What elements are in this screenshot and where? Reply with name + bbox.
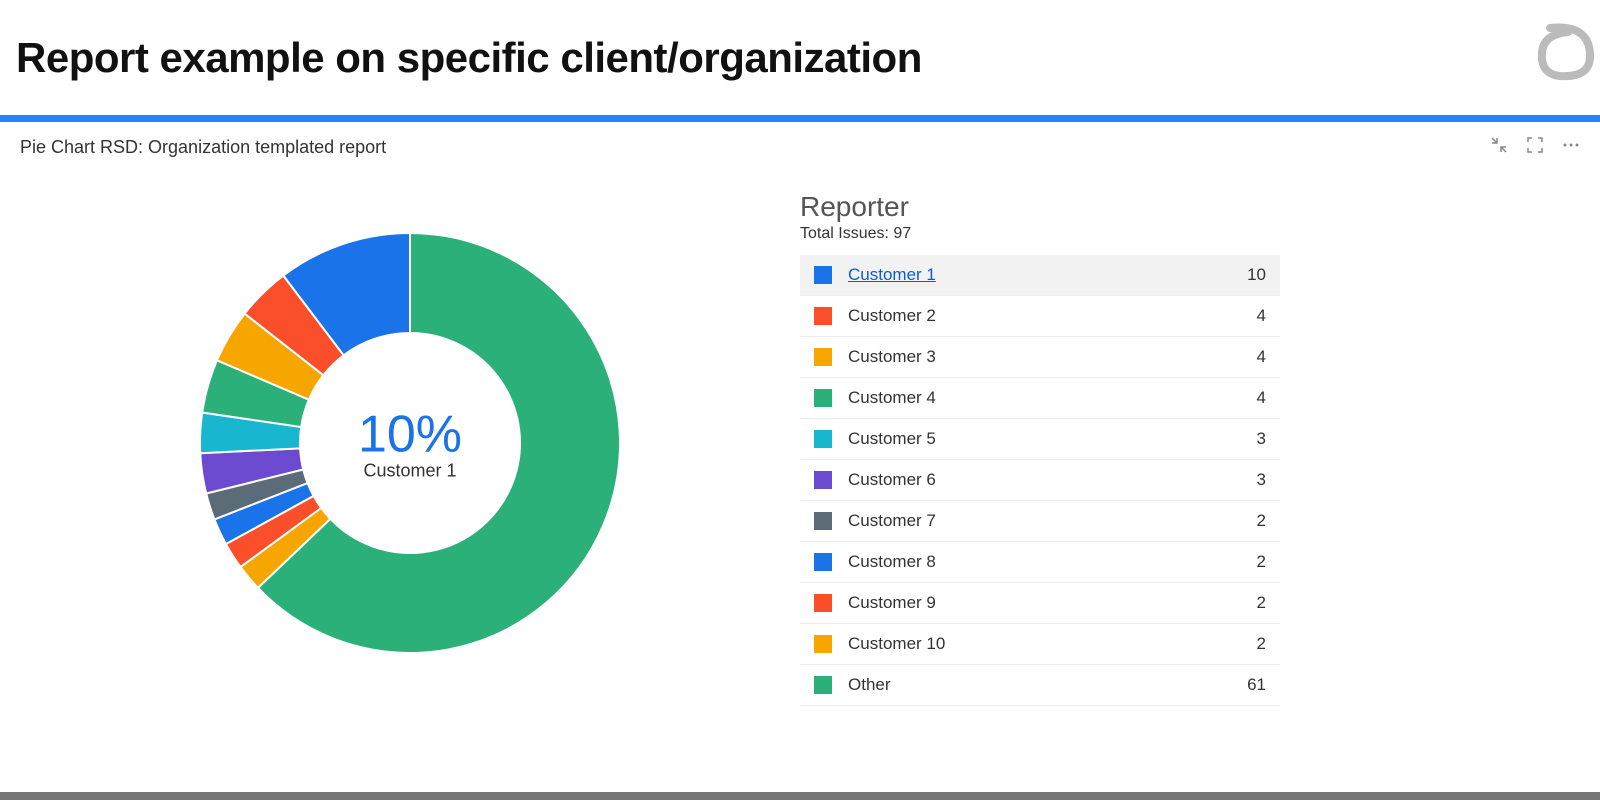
- legend-label: Customer 3: [848, 347, 1257, 367]
- legend-list: Customer 110Customer 24Customer 34Custom…: [800, 255, 1280, 706]
- panel-title: Pie Chart RSD: Organization templated re…: [20, 137, 386, 158]
- legend-item[interactable]: Other61: [800, 665, 1280, 706]
- legend-item[interactable]: Customer 44: [800, 378, 1280, 419]
- legend-label: Customer 9: [848, 593, 1257, 613]
- legend-item[interactable]: Customer 24: [800, 296, 1280, 337]
- legend-item[interactable]: Customer 110: [800, 255, 1280, 296]
- legend-swatch: [814, 430, 832, 448]
- legend-item[interactable]: Customer 102: [800, 624, 1280, 665]
- legend-swatch: [814, 348, 832, 366]
- legend-label: Other: [848, 675, 1247, 695]
- legend-value: 3: [1257, 429, 1266, 449]
- more-icon[interactable]: [1562, 136, 1580, 159]
- brand-logo-icon: [1530, 16, 1600, 91]
- legend-item[interactable]: Customer 63: [800, 460, 1280, 501]
- legend-value: 2: [1257, 634, 1266, 654]
- legend-value: 10: [1247, 265, 1266, 285]
- accent-bar: [0, 115, 1600, 122]
- legend-label: Customer 2: [848, 306, 1257, 326]
- legend-item[interactable]: Customer 34: [800, 337, 1280, 378]
- legend-swatch: [814, 594, 832, 612]
- legend-swatch: [814, 553, 832, 571]
- legend-subtitle: Total Issues: 97: [800, 225, 1280, 243]
- legend-swatch: [814, 471, 832, 489]
- legend-swatch: [814, 266, 832, 284]
- legend-item[interactable]: Customer 53: [800, 419, 1280, 460]
- legend-value: 2: [1257, 511, 1266, 531]
- fullscreen-icon[interactable]: [1526, 136, 1544, 159]
- legend-swatch: [814, 676, 832, 694]
- legend-item[interactable]: Customer 72: [800, 501, 1280, 542]
- legend-value: 2: [1257, 552, 1266, 572]
- footer-bar: [0, 792, 1600, 800]
- legend-swatch: [814, 512, 832, 530]
- legend-label: Customer 10: [848, 634, 1257, 654]
- legend-label: Customer 7: [848, 511, 1257, 531]
- legend-item[interactable]: Customer 82: [800, 542, 1280, 583]
- legend-label: Customer 6: [848, 470, 1257, 490]
- legend-label: Customer 8: [848, 552, 1257, 572]
- legend-label: Customer 5: [848, 429, 1257, 449]
- donut-center-percent: 10%: [358, 404, 462, 464]
- donut-center: 10% Customer 1: [358, 404, 462, 481]
- legend-value: 4: [1257, 347, 1266, 367]
- donut-chart[interactable]: 10% Customer 1: [190, 223, 630, 663]
- legend-label: Customer 1: [848, 265, 1247, 285]
- legend-value: 61: [1247, 675, 1266, 695]
- legend-value: 3: [1257, 470, 1266, 490]
- legend-value: 4: [1257, 306, 1266, 326]
- legend-value: 2: [1257, 593, 1266, 613]
- page-header: Report example on specific client/organi…: [0, 0, 1600, 115]
- legend-title: Reporter: [800, 191, 1280, 223]
- panel-actions: [1490, 136, 1580, 159]
- legend-label: Customer 4: [848, 388, 1257, 408]
- legend-swatch: [814, 389, 832, 407]
- legend-swatch: [814, 635, 832, 653]
- page-title: Report example on specific client/organi…: [16, 34, 922, 82]
- legend-swatch: [814, 307, 832, 325]
- legend-item[interactable]: Customer 92: [800, 583, 1280, 624]
- legend-value: 4: [1257, 388, 1266, 408]
- collapse-icon[interactable]: [1490, 136, 1508, 159]
- donut-center-label: Customer 1: [358, 460, 462, 481]
